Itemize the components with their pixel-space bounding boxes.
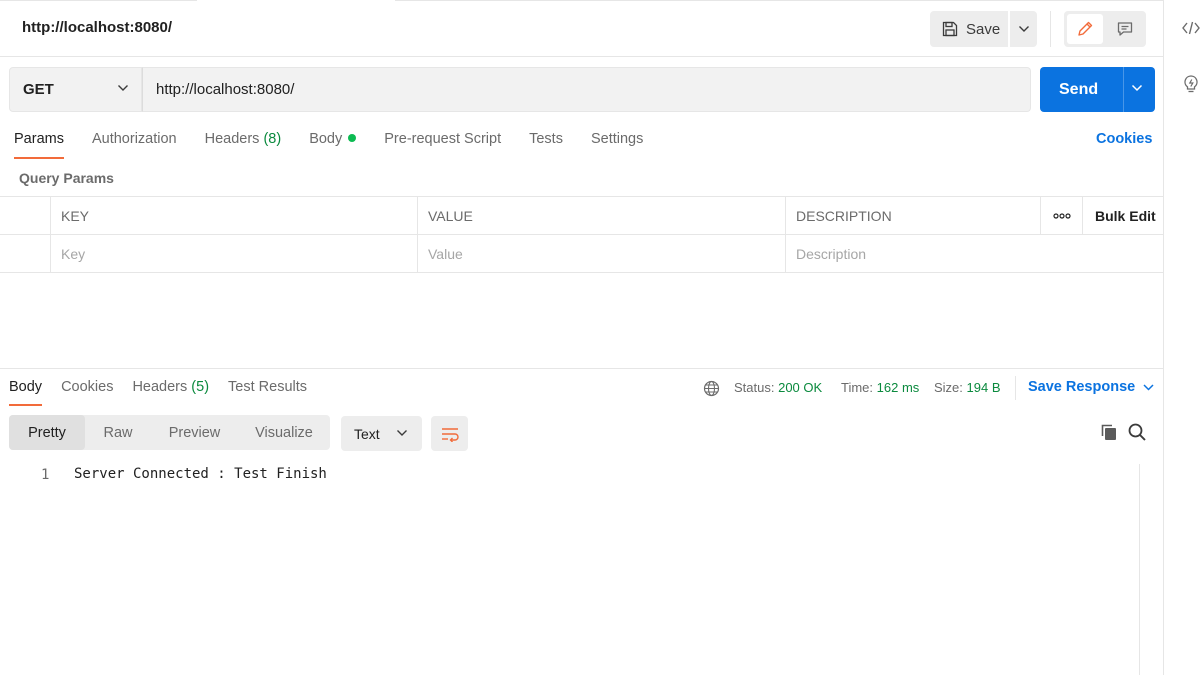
tab-label: Test Results bbox=[228, 379, 308, 395]
tab-body[interactable]: Body bbox=[309, 131, 357, 159]
line-number: 1 bbox=[41, 467, 50, 483]
request-title[interactable]: http://localhost:8080/ bbox=[22, 19, 172, 36]
tab-label: Tests bbox=[529, 131, 563, 147]
view-preview-button[interactable]: Preview bbox=[151, 415, 238, 450]
tab-label: Params bbox=[14, 131, 64, 147]
view-raw-button[interactable]: Raw bbox=[85, 415, 151, 450]
tab-headers[interactable]: Headers (8) bbox=[205, 131, 282, 159]
description-input[interactable]: Description bbox=[785, 235, 1163, 272]
size-readout[interactable]: Size: 194 B bbox=[934, 380, 1001, 395]
time-value: 162 ms bbox=[876, 380, 920, 395]
chevron-down-icon bbox=[1143, 383, 1154, 391]
time-label: Time: bbox=[841, 380, 874, 395]
url-value: http://localhost:8080/ bbox=[156, 81, 295, 98]
tab-settings[interactable]: Settings bbox=[591, 131, 643, 159]
edit-mode-button[interactable] bbox=[1067, 14, 1103, 44]
tab-params[interactable]: Params bbox=[14, 131, 64, 159]
table-header-row: KEY VALUE DESCRIPTION Bulk Edit bbox=[0, 197, 1163, 235]
response-headers-count: (5) bbox=[191, 379, 210, 395]
query-params-title: Query Params bbox=[19, 170, 114, 186]
headers-count: (8) bbox=[263, 131, 282, 147]
pencil-icon bbox=[1078, 21, 1093, 36]
tab-label: Body bbox=[9, 379, 43, 395]
method-value: GET bbox=[23, 81, 54, 98]
globe-icon[interactable] bbox=[703, 380, 720, 397]
save-button-group: Save bbox=[930, 11, 1037, 47]
wrap-lines-button[interactable] bbox=[431, 416, 468, 451]
divider bbox=[0, 0, 197, 1]
bulk-edit-button[interactable]: Bulk Edit bbox=[1082, 197, 1163, 234]
request-tabs: Params Authorization Headers (8) Body Pr… bbox=[14, 131, 671, 159]
size-value: 194 B bbox=[966, 380, 1001, 395]
response-tab-headers[interactable]: Headers (5) bbox=[132, 379, 209, 395]
divider bbox=[1123, 67, 1124, 112]
send-button[interactable]: Send bbox=[1040, 67, 1155, 112]
copy-icon[interactable] bbox=[1099, 422, 1119, 442]
right-sidebar-rail bbox=[1163, 0, 1200, 675]
tab-label: Cookies bbox=[61, 379, 114, 395]
column-header-value: VALUE bbox=[417, 197, 785, 234]
column-header-description: DESCRIPTION bbox=[785, 197, 1040, 234]
editor-scrollbar[interactable] bbox=[1139, 464, 1140, 675]
tab-label: Pre-request Script bbox=[384, 131, 502, 147]
comments-mode-button[interactable] bbox=[1107, 14, 1143, 44]
view-visualize-button[interactable]: Visualize bbox=[238, 415, 330, 450]
response-tab-body[interactable]: Body bbox=[9, 379, 43, 406]
response-format-select[interactable]: Text bbox=[341, 416, 422, 451]
tab-label: Body bbox=[309, 131, 343, 147]
save-response-label: Save Response bbox=[1028, 379, 1136, 395]
save-options-button[interactable] bbox=[1010, 11, 1037, 47]
divider bbox=[1050, 11, 1051, 47]
divider bbox=[1015, 376, 1016, 400]
response-divider[interactable] bbox=[0, 368, 1163, 369]
tab-label: Headers bbox=[204, 131, 260, 147]
chevron-down-icon[interactable] bbox=[1131, 84, 1143, 92]
view-pretty-button[interactable]: Pretty bbox=[9, 415, 85, 450]
save-button-label: Save bbox=[966, 20, 1001, 38]
save-button[interactable]: Save bbox=[930, 11, 1008, 47]
chevron-down-icon bbox=[1018, 26, 1029, 32]
wrap-text-icon bbox=[441, 427, 459, 442]
request-header-bar: http://localhost:8080/ Save bbox=[0, 0, 1163, 57]
cookies-link[interactable]: Cookies bbox=[1096, 131, 1152, 147]
lightbulb-icon[interactable] bbox=[1182, 74, 1200, 94]
comment-icon bbox=[1117, 22, 1133, 36]
value-input[interactable]: Value bbox=[417, 235, 785, 272]
save-icon bbox=[942, 21, 958, 37]
tab-label: Headers bbox=[132, 379, 188, 395]
tab-label: Authorization bbox=[91, 131, 177, 147]
body-indicator-dot bbox=[348, 134, 357, 142]
send-button-label: Send bbox=[1059, 80, 1099, 98]
method-select[interactable]: GET bbox=[9, 67, 142, 112]
response-tab-cookies[interactable]: Cookies bbox=[61, 379, 113, 395]
tab-authorization[interactable]: Authorization bbox=[92, 131, 177, 159]
more-options-button[interactable] bbox=[1040, 197, 1083, 234]
url-input[interactable]: http://localhost:8080/ bbox=[142, 67, 1031, 112]
chevron-down-icon bbox=[397, 430, 407, 436]
query-params-table: KEY VALUE DESCRIPTION Bulk Edit Key Valu… bbox=[0, 196, 1163, 273]
key-input[interactable]: Key bbox=[50, 235, 417, 272]
size-label: Size: bbox=[934, 380, 963, 395]
response-tabs: Body Cookies Headers (5) Test Results bbox=[9, 379, 326, 406]
save-response-button[interactable]: Save Response bbox=[1028, 379, 1154, 395]
table-row: Key Value Description bbox=[0, 235, 1163, 273]
status-label: Status: bbox=[734, 380, 775, 395]
search-icon[interactable] bbox=[1127, 422, 1147, 442]
code-icon[interactable] bbox=[1182, 20, 1200, 36]
response-tab-test-results[interactable]: Test Results bbox=[228, 379, 307, 395]
status-value: 200 OK bbox=[778, 380, 823, 395]
status-readout[interactable]: Status: 200 OK bbox=[734, 380, 822, 395]
response-body-text: Server Connected : Test Finish bbox=[74, 466, 327, 482]
response-view-segmented-control: Pretty Raw Preview Visualize bbox=[9, 415, 330, 450]
divider bbox=[395, 0, 1163, 1]
time-readout[interactable]: Time: 162 ms bbox=[841, 380, 919, 395]
view-mode-toggle bbox=[1064, 11, 1146, 47]
format-value: Text bbox=[354, 425, 380, 442]
column-header-key: KEY bbox=[50, 197, 417, 234]
tab-label: Settings bbox=[590, 131, 644, 147]
chevron-down-icon bbox=[118, 85, 128, 91]
tab-tests[interactable]: Tests bbox=[529, 131, 563, 159]
tab-pre-request-script[interactable]: Pre-request Script bbox=[384, 131, 501, 159]
more-horizontal-icon bbox=[1053, 212, 1071, 219]
